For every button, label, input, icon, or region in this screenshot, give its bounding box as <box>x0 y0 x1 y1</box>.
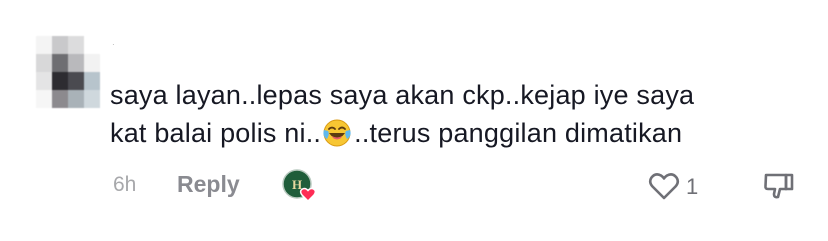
dislike-button[interactable] <box>762 170 796 202</box>
comment-text-part-2: ..terus panggilan dimatikan <box>354 118 683 148</box>
face-with-tears-of-joy-icon <box>322 118 352 148</box>
like-count: 1 <box>686 174 699 199</box>
avatar[interactable] <box>36 36 100 108</box>
heart-outline-icon <box>648 173 680 200</box>
comment-text: saya layan..lepas saya akan ckp..kejap i… <box>110 76 810 152</box>
comment-text-line-2: kat balai polis ni.. ..terus panggilan d… <box>110 114 810 152</box>
comment-item: · saya layan..lepas saya akan ckp..kejap… <box>0 0 828 241</box>
timestamp: 6h <box>113 173 137 196</box>
comment-actions: 6h Reply H 1 <box>110 168 810 204</box>
username[interactable]: · <box>112 40 118 49</box>
comment-text-line-1: saya layan..lepas saya akan ckp..kejap i… <box>110 80 695 110</box>
creator-liked-heart-icon: H <box>281 168 319 204</box>
reply-button[interactable]: Reply <box>177 171 240 198</box>
comment-text-part-1: kat balai polis ni.. <box>110 118 322 148</box>
thumbs-down-icon <box>764 173 794 199</box>
like-button[interactable]: 1 <box>647 170 698 202</box>
